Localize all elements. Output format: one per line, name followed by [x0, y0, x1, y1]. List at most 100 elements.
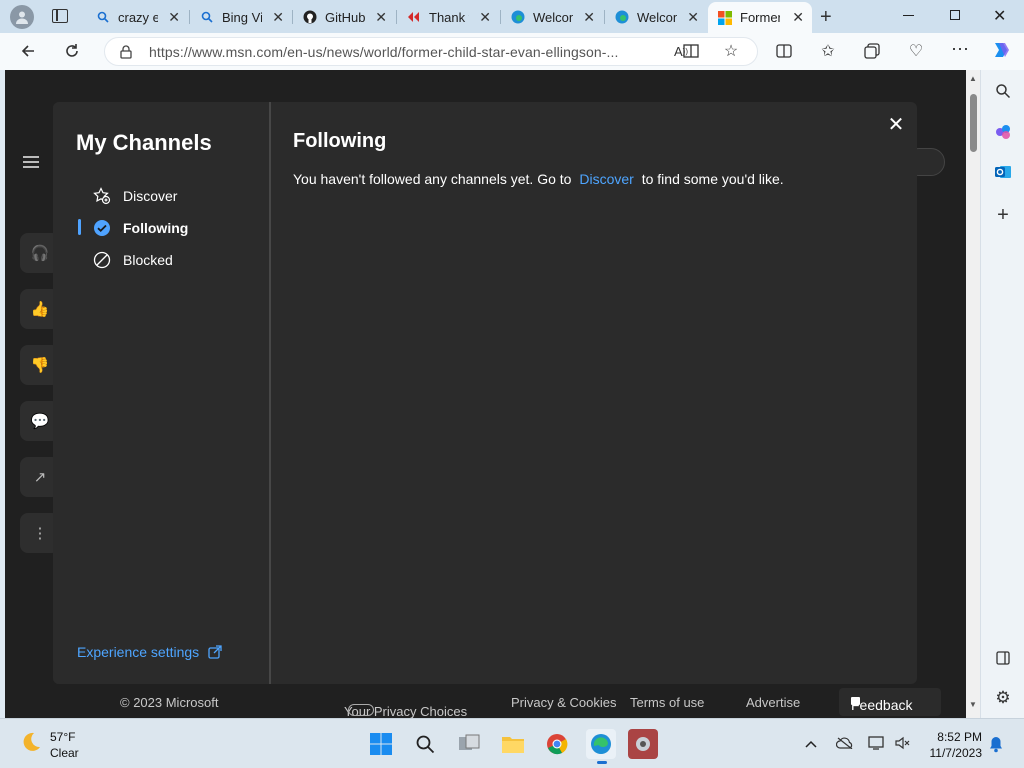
tab-label: GitHub: [325, 9, 365, 25]
close-tab-icon[interactable]: ✕: [479, 9, 491, 26]
search-icon[interactable]: [992, 80, 1014, 102]
weather-temperature[interactable]: 57°F: [50, 730, 75, 744]
my-channels-dialog: My Channels Discover Following Blocked E…: [53, 102, 917, 684]
edge-taskbar-icon[interactable]: [586, 729, 616, 764]
tab-5[interactable]: Welcom ✕: [605, 4, 707, 30]
immersive-reader-icon[interactable]: [680, 40, 702, 62]
github-icon: [303, 10, 317, 24]
edge-icon: [511, 10, 525, 24]
search-icon: [96, 10, 110, 24]
system-clock[interactable]: 8:52 PM 11/7/2023: [924, 730, 983, 760]
experience-settings-label: Experience settings: [77, 644, 200, 660]
tab-1[interactable]: Bing Vi ✕: [190, 4, 292, 30]
hamburger-menu-icon[interactable]: [23, 156, 39, 168]
settings-taskbar-icon[interactable]: [628, 729, 658, 759]
sidebar-settings-gear-icon[interactable]: ⚙: [992, 687, 1014, 709]
more-menu-icon[interactable]: ⋯: [949, 38, 971, 60]
nav-blocked-label: Blocked: [123, 252, 173, 268]
close-tab-icon[interactable]: ✕: [583, 9, 595, 26]
chrome-icon[interactable]: [542, 729, 572, 759]
experience-settings-link[interactable]: Experience settings: [77, 644, 222, 660]
restore-icon[interactable]: [950, 10, 960, 20]
network-icon[interactable]: [868, 735, 886, 756]
show-hidden-icons-chevron-icon[interactable]: [804, 736, 818, 754]
check-circle-icon: [93, 219, 111, 237]
start-windows-icon[interactable]: [366, 729, 396, 759]
active-nav-indicator: [78, 219, 81, 235]
profile-avatar[interactable]: [10, 5, 34, 29]
browser-essentials-icon[interactable]: ♡: [905, 40, 927, 62]
empty-state-message: You haven't followed any channels yet. G…: [293, 171, 784, 187]
nav-following-label: Following: [123, 220, 189, 236]
favorite-star-icon[interactable]: ☆: [720, 40, 742, 62]
tab-0[interactable]: crazy e ✕: [86, 4, 188, 30]
back-icon[interactable]: [17, 40, 39, 62]
discover-link[interactable]: Discover: [579, 171, 633, 187]
lock-icon[interactable]: [120, 45, 132, 64]
copilot-icon[interactable]: [990, 39, 1012, 61]
nav-blocked[interactable]: Blocked: [93, 249, 173, 271]
tab-label: Bing Vi: [222, 9, 262, 25]
copyright-text: © 2023 Microsoft: [120, 695, 219, 710]
search-icon: [200, 10, 214, 24]
tab-label: Thank y: [429, 9, 469, 25]
tab-6-active[interactable]: Former ✕: [708, 2, 812, 33]
taskbar-search-icon[interactable]: [410, 729, 440, 759]
close-tab-icon[interactable]: ✕: [792, 9, 804, 26]
close-tab-icon[interactable]: ✕: [687, 9, 699, 26]
outlook-icon[interactable]: [992, 161, 1014, 183]
add-icon[interactable]: +: [992, 204, 1014, 226]
dialog-title: My Channels: [76, 130, 212, 155]
split-screen-icon[interactable]: [773, 40, 795, 62]
volume-muted-icon[interactable]: [894, 735, 910, 756]
tab-actions-icon[interactable]: [52, 9, 68, 23]
nav-discover[interactable]: Discover: [93, 185, 177, 207]
weather-moon-icon[interactable]: [20, 731, 42, 753]
windows-taskbar: 57°F Clear 8:52 PM 11/7/2023: [0, 718, 1024, 768]
clock-time: 8:52 PM: [937, 730, 982, 744]
tab-2[interactable]: GitHub ✕: [293, 4, 395, 30]
nav-following[interactable]: Following: [93, 217, 188, 239]
feedback-button[interactable]: Feedback: [839, 688, 941, 716]
message-suffix: to find some you'd like.: [641, 171, 784, 187]
file-explorer-icon[interactable]: [498, 729, 528, 759]
url-text[interactable]: https://www.msn.com/en-us/news/world/for…: [149, 44, 618, 60]
browser-toolbar: https://www.msn.com/en-us/news/world/for…: [0, 33, 1024, 70]
minimize-icon[interactable]: [903, 15, 914, 16]
tab-label: Welcom: [637, 9, 677, 25]
page-scrollbar[interactable]: ▲ ▼: [966, 70, 980, 718]
message-prefix: You haven't followed any channels yet. G…: [293, 171, 572, 187]
hide-sidebar-icon[interactable]: [992, 647, 1014, 669]
new-tab-icon[interactable]: +: [820, 6, 832, 29]
external-link-icon: [208, 645, 222, 659]
close-tab-icon[interactable]: ✕: [375, 9, 387, 26]
privacy-cookies-link[interactable]: Privacy & Cookies: [511, 695, 616, 710]
microsoft-icon: [718, 10, 732, 25]
feedback-label: Feedback: [851, 697, 913, 713]
content-heading: Following: [293, 130, 387, 152]
task-view-icon[interactable]: [454, 729, 484, 759]
close-tab-icon[interactable]: ✕: [272, 9, 284, 26]
person-icon: [16, 11, 28, 24]
edge-sidebar: + ⚙: [980, 70, 1024, 718]
onedrive-icon[interactable]: [835, 736, 854, 754]
advertise-link[interactable]: Advertise: [746, 695, 800, 710]
notification-bell-icon[interactable]: [988, 735, 1004, 758]
refresh-icon[interactable]: [61, 40, 83, 62]
favorites-icon[interactable]: ✩: [817, 40, 839, 62]
blocked-icon: [93, 251, 111, 269]
collections-icon[interactable]: [861, 40, 883, 62]
tab-3[interactable]: Thank y ✕: [397, 4, 499, 30]
weather-condition[interactable]: Clear: [50, 746, 79, 760]
terms-link[interactable]: Terms of use: [630, 695, 704, 710]
channels-nav-panel: My Channels Discover Following Blocked E…: [53, 102, 271, 684]
close-window-icon[interactable]: ✕: [993, 6, 1006, 26]
tab-4[interactable]: Welcom ✕: [501, 4, 603, 30]
address-bar[interactable]: https://www.msn.com/en-us/news/world/for…: [104, 37, 758, 66]
close-tab-icon[interactable]: ✕: [168, 9, 180, 26]
discover-star-icon: [93, 187, 111, 205]
scrollbar-thumb[interactable]: [970, 94, 977, 152]
copilot-sidebar-icon[interactable]: [992, 121, 1014, 143]
tab-strip: crazy e ✕ Bing Vi ✕ GitHub ✕ Thank y ✕ W…: [0, 0, 1024, 33]
close-dialog-icon[interactable]: ✕: [885, 113, 907, 136]
